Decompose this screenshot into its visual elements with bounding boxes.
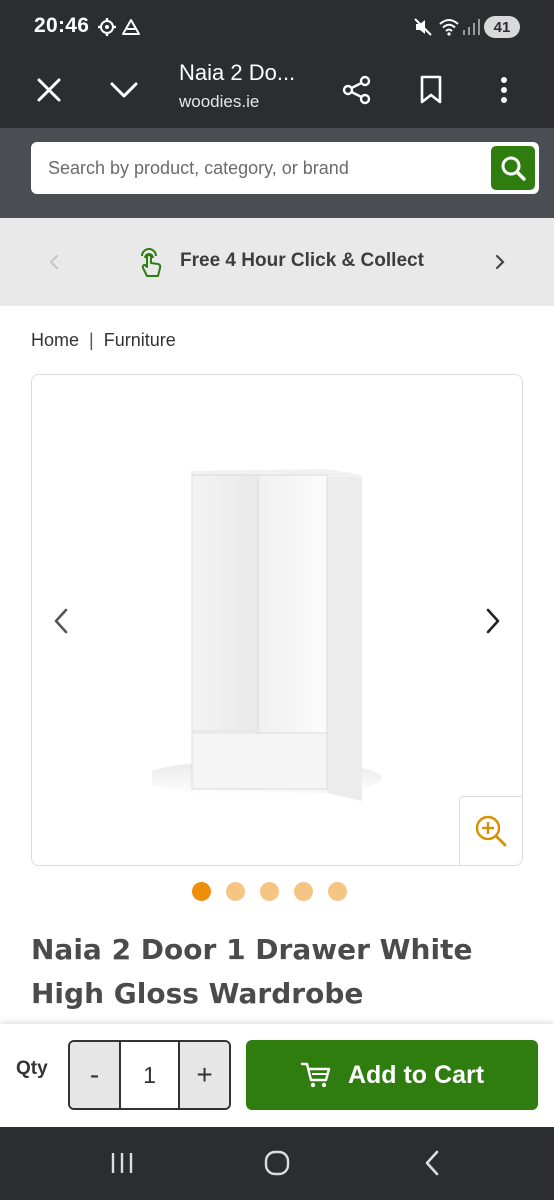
gallery-dots <box>192 882 347 901</box>
gear-icon <box>96 16 118 38</box>
back-icon[interactable] <box>412 1145 452 1181</box>
zoom-button[interactable] <box>459 796 522 865</box>
qty-decrease-button[interactable]: - <box>70 1042 119 1108</box>
promo-prev-button[interactable] <box>42 248 66 276</box>
search-icon <box>501 156 526 181</box>
qty-input[interactable]: 1 <box>119 1042 180 1108</box>
drive-icon <box>120 16 142 38</box>
gallery-prev-button[interactable] <box>46 603 76 639</box>
system-navigation-bar <box>0 1127 554 1200</box>
status-time: 20:46 <box>34 14 90 37</box>
close-icon[interactable] <box>25 66 73 114</box>
breadcrumb-furniture[interactable]: Furniture <box>104 330 176 351</box>
recents-icon[interactable] <box>102 1145 142 1181</box>
product-gallery <box>31 374 523 866</box>
gallery-dot-2[interactable] <box>226 882 245 901</box>
search-band <box>0 128 554 218</box>
gallery-dot-3[interactable] <box>260 882 279 901</box>
share-icon[interactable] <box>333 66 381 114</box>
promo-text[interactable]: Free 4 Hour Click & Collect <box>180 250 424 272</box>
breadcrumb: Home | Furniture <box>31 330 176 351</box>
search-button[interactable] <box>491 146 535 190</box>
mute-icon <box>412 16 434 38</box>
home-icon[interactable] <box>257 1145 297 1181</box>
page-url[interactable]: woodies.ie <box>179 92 259 112</box>
gallery-dot-4[interactable] <box>294 882 313 901</box>
add-to-cart-label: Add to Cart <box>347 1060 485 1089</box>
chevron-right-icon <box>495 254 505 270</box>
quantity-stepper: - 1 + <box>68 1040 231 1110</box>
gallery-dot-1[interactable] <box>192 882 211 901</box>
promo-next-button[interactable] <box>488 248 512 276</box>
bookmark-icon[interactable] <box>407 66 455 114</box>
tap-hand-icon <box>141 248 162 277</box>
qty-label: Qty <box>16 1058 48 1079</box>
chevron-left-icon <box>54 608 68 634</box>
gallery-dot-5[interactable] <box>328 882 347 901</box>
breadcrumb-home[interactable]: Home <box>31 330 79 351</box>
browser-toolbar: Naia 2 Do... woodies.ie <box>0 52 554 128</box>
wifi-icon <box>438 16 460 38</box>
chevron-down-icon[interactable] <box>100 66 148 114</box>
cart-icon <box>300 1062 331 1088</box>
zoom-in-icon <box>475 815 507 847</box>
page-title[interactable]: Naia 2 Do... <box>179 60 295 86</box>
chevron-right-icon <box>486 608 500 634</box>
breadcrumb-separator: | <box>89 330 94 350</box>
white-wardrobe-image <box>152 469 382 801</box>
signal-icon <box>460 16 482 38</box>
promo-banner: Free 4 Hour Click & Collect <box>0 218 554 306</box>
product-title: Naia 2 Door 1 Drawer White High Gloss Wa… <box>31 933 473 1010</box>
gallery-next-button[interactable] <box>478 603 508 639</box>
status-bar: 20:46 41 <box>0 0 554 52</box>
more-icon[interactable] <box>480 66 528 114</box>
chevron-left-icon <box>49 255 58 269</box>
add-to-cart-button[interactable]: Add to Cart <box>246 1040 538 1110</box>
battery-indicator: 41 <box>484 16 520 38</box>
add-to-cart-bar: Qty - 1 + Add to Cart <box>0 1024 554 1127</box>
search-input[interactable] <box>31 142 481 194</box>
search-box <box>31 142 539 194</box>
qty-increase-button[interactable]: + <box>180 1042 229 1108</box>
